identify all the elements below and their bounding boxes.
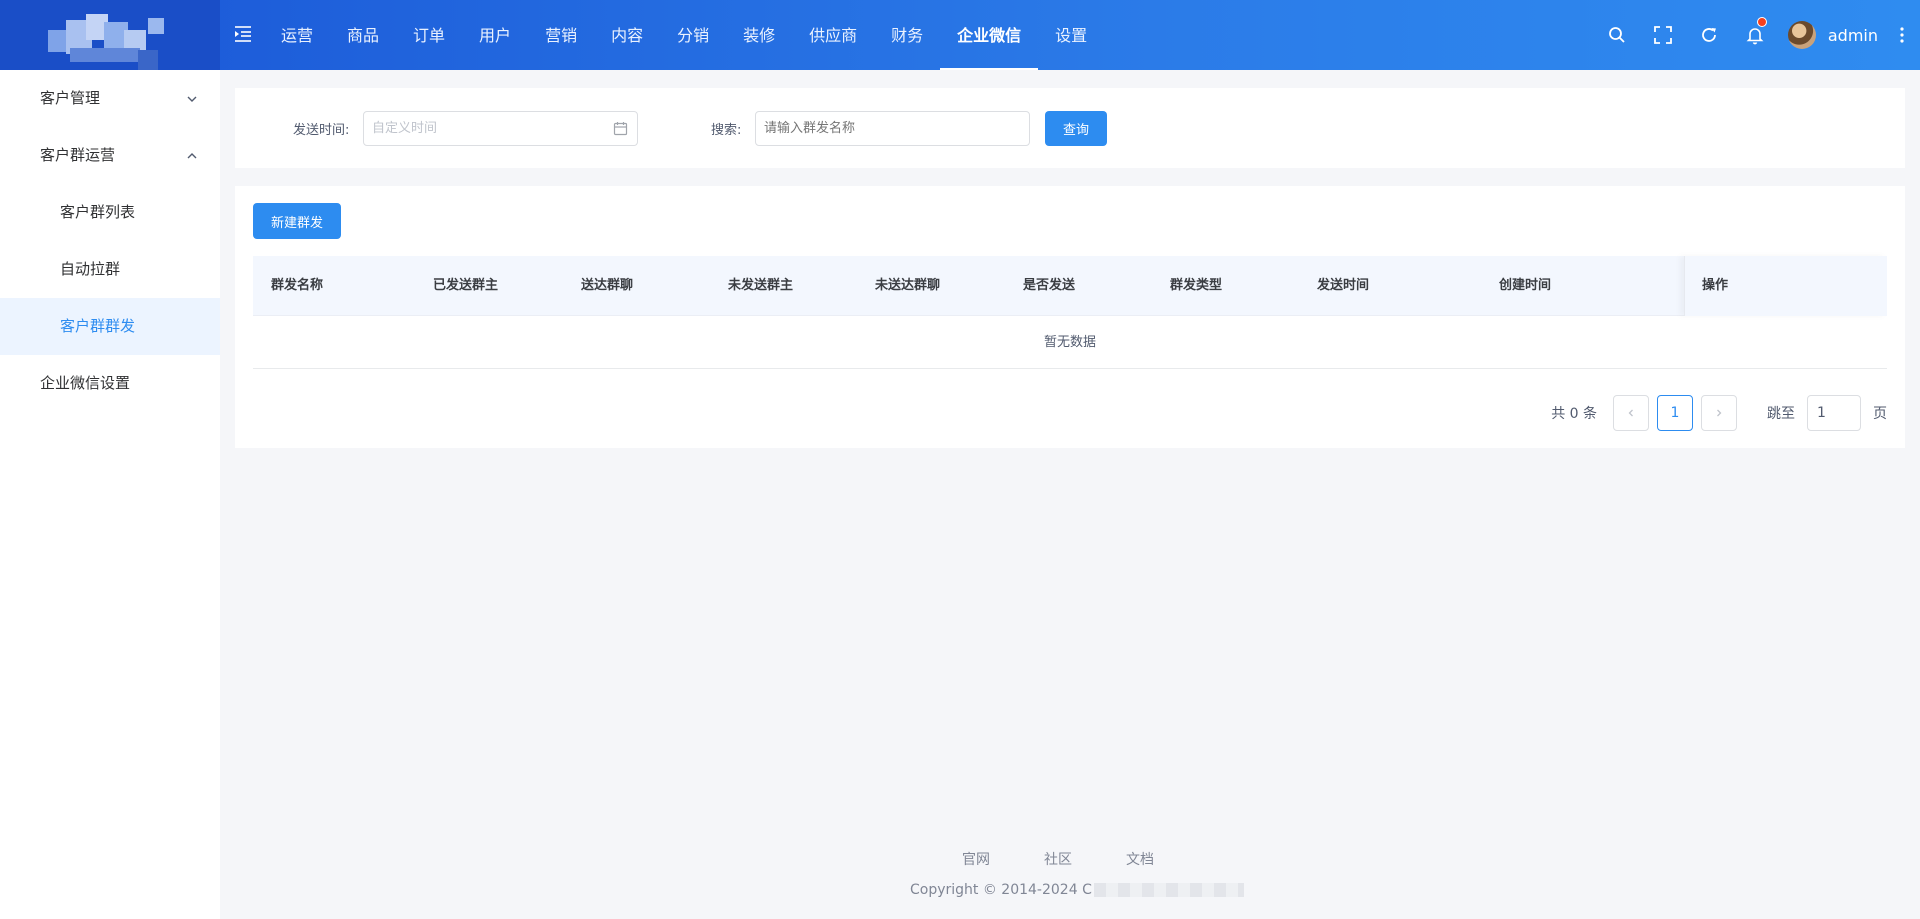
nav-distribution[interactable]: 分销 — [660, 0, 726, 70]
page-number[interactable]: 1 — [1657, 395, 1693, 431]
nav-marketing[interactable]: 营销 — [528, 0, 594, 70]
sidebar-item-wecom-settings[interactable]: 企业微信设置 — [0, 355, 220, 412]
footer-link-docs[interactable]: 文档 — [1126, 849, 1154, 869]
send-time-placeholder: 自定义时间 — [372, 121, 438, 136]
sidebar-item-label: 客户管理 — [40, 89, 101, 107]
more-vertical-icon[interactable] — [1884, 0, 1920, 70]
next-page-button[interactable] — [1701, 395, 1737, 431]
search-label: 搜索: — [711, 123, 742, 138]
search-input[interactable] — [755, 111, 1030, 146]
nav-orders[interactable]: 订单 — [396, 0, 462, 70]
sidebar-item-group-broadcast[interactable]: 客户群群发 — [0, 298, 220, 355]
broadcast-table-panel: 新建群发 群发名称 已发送群主 送达群聊 未发送群主 未送达群聊 是否发送 群发… — [235, 186, 1905, 448]
chevron-left-icon — [1628, 409, 1633, 417]
nav-supplier[interactable]: 供应商 — [792, 0, 874, 70]
bell-icon[interactable] — [1732, 0, 1778, 70]
chevron-down-icon — [187, 96, 197, 102]
search-icon[interactable] — [1594, 0, 1640, 70]
avatar — [1787, 21, 1816, 49]
prev-page-button[interactable] — [1613, 395, 1649, 431]
send-time-label: 发送时间: — [293, 123, 350, 138]
nav-content[interactable]: 内容 — [594, 0, 660, 70]
sidebar-item-label: 客户群列表 — [60, 203, 136, 221]
column-header[interactable]: 是否发送 — [1023, 256, 1075, 316]
menu-collapse-icon[interactable] — [234, 25, 252, 43]
sidebar: 客户管理 客户群运营 客户群列表 自动拉群 客户群群发 企业微信设置 — [0, 70, 220, 919]
copyright: Copyright © 2014-2024 C — [910, 882, 1244, 898]
pagination: 共 0 条 1 跳至 页 — [1551, 395, 1887, 431]
footer-link-community[interactable]: 社区 — [1044, 849, 1072, 869]
username: admin — [1827, 25, 1878, 45]
total-count: 共 0 条 — [1551, 406, 1597, 422]
refresh-icon[interactable] — [1686, 0, 1732, 70]
column-header[interactable]: 发送时间 — [1317, 256, 1369, 316]
chevron-up-icon — [187, 153, 197, 159]
query-button[interactable]: 查询 — [1045, 111, 1107, 146]
nav-settings[interactable]: 设置 — [1038, 0, 1104, 70]
fullscreen-icon[interactable] — [1640, 0, 1686, 70]
user-menu[interactable]: admin — [1778, 0, 1884, 70]
copyright-text: Copyright © 2014-2024 C — [910, 882, 1092, 898]
header-tools: admin — [1594, 0, 1920, 70]
column-header[interactable]: 未发送群主 — [728, 256, 793, 316]
nav-wecom[interactable]: 企业微信 — [940, 0, 1039, 70]
sidebar-item-label: 客户群群发 — [60, 317, 136, 335]
nav-decoration[interactable]: 装修 — [726, 0, 792, 70]
notification-dot — [1756, 17, 1767, 27]
column-header[interactable]: 送达群聊 — [581, 256, 633, 316]
page-suffix: 页 — [1873, 406, 1887, 422]
new-broadcast-button[interactable]: 新建群发 — [253, 203, 341, 239]
column-header-operations: 操作 — [1684, 256, 1887, 316]
column-header[interactable]: 未送达群聊 — [875, 256, 940, 316]
send-time-picker[interactable]: 自定义时间 — [363, 111, 638, 146]
column-header[interactable]: 已发送群主 — [433, 256, 498, 316]
nav-finance[interactable]: 财务 — [874, 0, 940, 70]
calendar-icon — [613, 122, 628, 136]
column-header[interactable]: 创建时间 — [1499, 256, 1551, 316]
jump-label: 跳至 — [1767, 406, 1795, 422]
sidebar-item-label: 企业微信设置 — [40, 374, 131, 392]
column-header[interactable]: 群发名称 — [271, 256, 323, 316]
sidebar-item-auto-group[interactable]: 自动拉群 — [0, 241, 220, 298]
main-nav: 运营 商品 订单 用户 营销 内容 分销 装修 供应商 财务 企业微信 设置 — [264, 0, 1104, 70]
sidebar-item-customer-management[interactable]: 客户管理 — [0, 70, 220, 127]
nav-products[interactable]: 商品 — [330, 0, 396, 70]
sidebar-item-label: 客户群运营 — [40, 146, 116, 164]
redacted-company-name — [1093, 883, 1244, 897]
jump-page-input[interactable] — [1807, 395, 1861, 431]
column-header[interactable]: 群发类型 — [1170, 256, 1222, 316]
sidebar-item-group-list[interactable]: 客户群列表 — [0, 184, 220, 241]
filter-panel: 发送时间: 自定义时间 搜索: 查询 — [235, 88, 1905, 168]
nav-users[interactable]: 用户 — [462, 0, 528, 70]
empty-state: 暂无数据 — [253, 317, 1887, 369]
chevron-right-icon — [1717, 409, 1722, 417]
footer-links: 官网 社区 文档 — [935, 849, 1181, 869]
top-navbar: 运营 商品 订单 用户 营销 内容 分销 装修 供应商 财务 企业微信 设置 a… — [0, 0, 1920, 70]
sidebar-item-group-operations[interactable]: 客户群运营 — [0, 127, 220, 184]
table-header: 群发名称 已发送群主 送达群聊 未发送群主 未送达群聊 是否发送 群发类型 发送… — [253, 256, 1887, 316]
sidebar-item-label: 自动拉群 — [60, 260, 121, 278]
nav-operations[interactable]: 运营 — [264, 0, 330, 70]
footer-link-website[interactable]: 官网 — [962, 849, 990, 869]
logo[interactable] — [0, 0, 220, 70]
